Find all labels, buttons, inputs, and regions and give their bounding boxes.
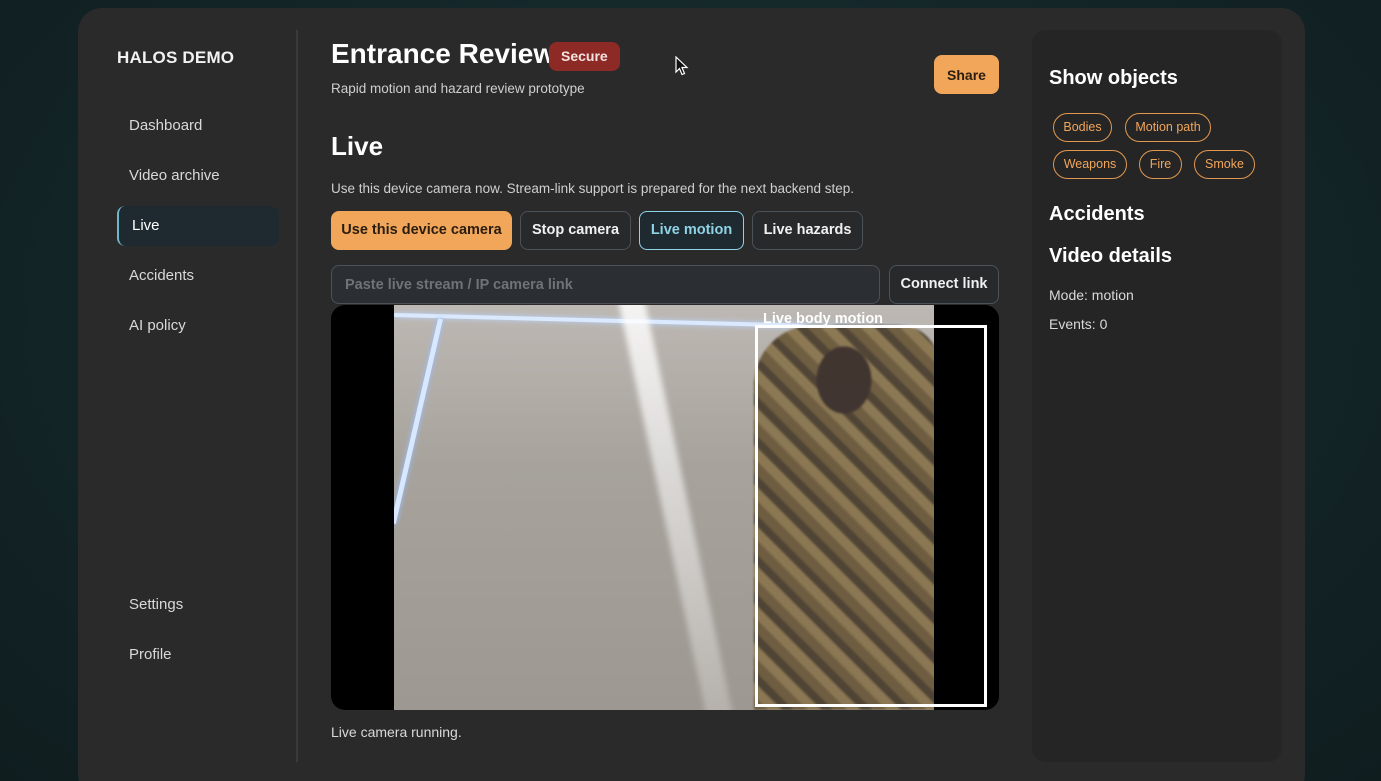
objects-panel: Show objects Bodies Motion path Weapons … (1032, 30, 1282, 762)
stream-link-input[interactable] (331, 265, 880, 304)
sidebar-item-live[interactable]: Live (117, 206, 279, 246)
chip-smoke[interactable]: Smoke (1194, 150, 1255, 179)
brand-logo: HALOS DEMO (117, 48, 235, 67)
page-subtitle: Rapid motion and hazard review prototype (331, 81, 585, 96)
camera-status-text: Live camera running. (331, 724, 462, 740)
sidebar-item-ai-policy[interactable]: AI policy (117, 306, 279, 346)
sidebar-item-settings[interactable]: Settings (117, 585, 279, 625)
share-button[interactable]: Share (934, 55, 999, 94)
section-title-live: Live (331, 131, 384, 161)
accidents-title: Accidents (1049, 203, 1145, 225)
sidebar-item-profile[interactable]: Profile (117, 635, 279, 675)
sidebar-item-dashboard[interactable]: Dashboard (117, 106, 279, 146)
sidebar-item-video-archive[interactable]: Video archive (117, 156, 279, 196)
app-window: HALOS DEMO Dashboard Video archive Live … (78, 8, 1305, 781)
sidebar-divider (296, 30, 298, 762)
video-details-title: Video details (1049, 245, 1173, 267)
stop-camera-button[interactable]: Stop camera (520, 211, 631, 250)
sidebar-item-accidents[interactable]: Accidents (117, 256, 279, 296)
live-hazards-button[interactable]: Live hazards (752, 211, 863, 250)
detail-events: Events: 0 (1049, 316, 1108, 332)
live-video-feed: Live body motion (331, 305, 999, 710)
chip-motion-path[interactable]: Motion path (1125, 113, 1211, 142)
chip-fire[interactable]: Fire (1139, 150, 1182, 179)
connect-link-button[interactable]: Connect link (889, 265, 999, 304)
detection-box (755, 325, 987, 707)
detail-mode: Mode: motion (1049, 287, 1134, 303)
show-objects-title: Show objects (1049, 67, 1178, 89)
scene-frame-edge (394, 318, 443, 525)
live-description: Use this device camera now. Stream-link … (331, 181, 855, 196)
live-motion-button[interactable]: Live motion (639, 211, 744, 250)
mouse-cursor-icon (675, 55, 689, 81)
chip-bodies[interactable]: Bodies (1053, 113, 1112, 142)
page-title: Entrance Review (331, 38, 556, 69)
detection-label: Live body motion (763, 311, 884, 327)
scene-light-beam (616, 305, 738, 710)
chip-weapons[interactable]: Weapons (1053, 150, 1127, 179)
use-device-camera-button[interactable]: Use this device camera (331, 211, 512, 250)
status-badge: Secure (549, 42, 620, 71)
